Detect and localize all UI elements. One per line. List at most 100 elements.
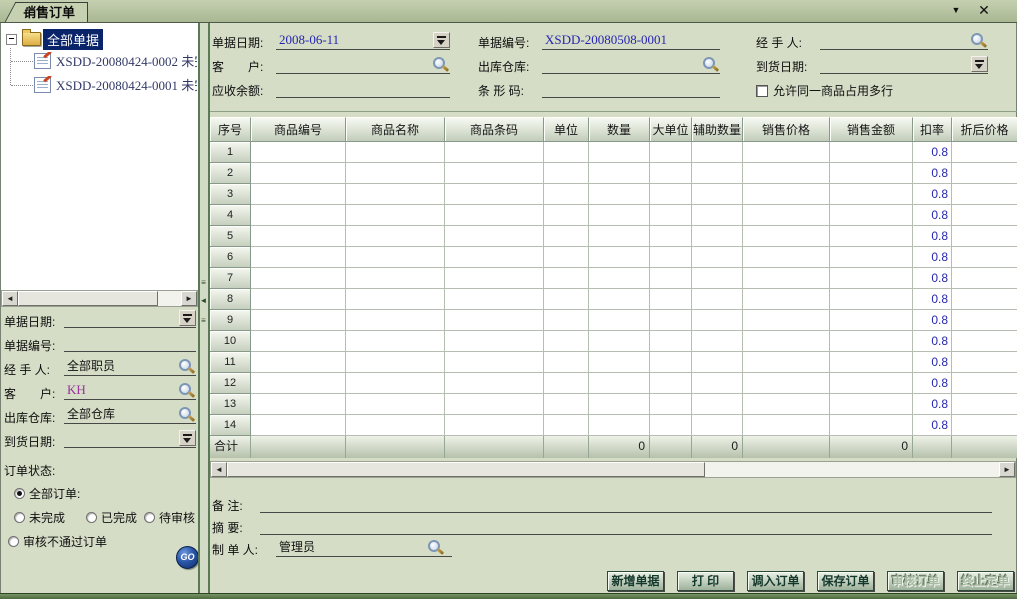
column-header[interactable]: 辅助数量 — [692, 117, 743, 142]
grid-cell[interactable] — [952, 310, 1017, 331]
radio-pending-audit[interactable]: 待审核 — [144, 509, 195, 526]
grid-cell[interactable] — [650, 415, 692, 436]
terminate-order-button[interactable]: 终止定单 — [957, 571, 1014, 591]
grid-cell[interactable] — [251, 310, 346, 331]
filter-arrival-date-field[interactable] — [64, 430, 196, 448]
row-number-cell[interactable]: 12 — [210, 373, 251, 394]
grid-cell[interactable] — [251, 352, 346, 373]
grid-cell[interactable] — [544, 289, 589, 310]
warehouse-field[interactable] — [542, 56, 720, 74]
grid-cell[interactable] — [650, 184, 692, 205]
grid-cell[interactable] — [743, 289, 830, 310]
grid-cell[interactable] — [589, 205, 650, 226]
search-icon[interactable] — [179, 407, 195, 422]
grid-cell[interactable] — [952, 142, 1017, 163]
grid-cell[interactable] — [743, 310, 830, 331]
grid-cell[interactable] — [346, 268, 445, 289]
grid-cell[interactable] — [650, 163, 692, 184]
column-header[interactable]: 商品条码 — [445, 117, 544, 142]
radio-audit-failed[interactable]: 审核不通过订单 — [8, 533, 107, 550]
panel-splitter[interactable]: ≡ ◄ ≡ — [198, 23, 210, 593]
grid-cell[interactable] — [544, 226, 589, 247]
grid-cell[interactable] — [544, 373, 589, 394]
grid-cell[interactable] — [830, 331, 913, 352]
column-header[interactable]: 大单位 — [650, 117, 692, 142]
grid-cell[interactable] — [743, 331, 830, 352]
grid-cell[interactable] — [251, 289, 346, 310]
grid-cell[interactable] — [650, 289, 692, 310]
grid-cell[interactable] — [743, 247, 830, 268]
tab-sales-order[interactable]: 销售订单 — [16, 2, 88, 22]
grid-cell[interactable] — [830, 226, 913, 247]
grid-cell[interactable] — [589, 352, 650, 373]
save-order-button[interactable]: 保存订单 — [817, 571, 874, 591]
grid-cell[interactable] — [952, 247, 1017, 268]
grid-cell[interactable] — [743, 394, 830, 415]
row-number-cell[interactable]: 10 — [210, 331, 251, 352]
search-icon[interactable] — [428, 540, 444, 555]
column-header[interactable]: 数量 — [589, 117, 650, 142]
grid-cell[interactable] — [692, 373, 743, 394]
discount-cell[interactable]: 0.8 — [913, 415, 952, 436]
grid-cell[interactable] — [544, 352, 589, 373]
grid-cell[interactable] — [692, 268, 743, 289]
close-icon[interactable]: ✕ — [975, 2, 993, 19]
grid-cell[interactable] — [445, 331, 544, 352]
splitter-collapse-icon[interactable]: ◄ — [199, 297, 208, 305]
radio-icon[interactable] — [86, 512, 97, 523]
grid-cell[interactable] — [692, 142, 743, 163]
grid-cell[interactable] — [251, 268, 346, 289]
grid-cell[interactable] — [692, 331, 743, 352]
grid-cell[interactable] — [952, 352, 1017, 373]
row-number-cell[interactable]: 7 — [210, 268, 251, 289]
radio-finished[interactable]: 已完成 — [86, 509, 137, 526]
grid-cell[interactable] — [692, 184, 743, 205]
grid-cell[interactable] — [952, 205, 1017, 226]
checkbox-icon[interactable] — [756, 85, 768, 97]
scroll-thumb[interactable] — [18, 291, 158, 306]
grid-cell[interactable] — [445, 310, 544, 331]
scroll-left-arrow[interactable]: ◄ — [2, 291, 18, 306]
tree-root-label[interactable]: 全部单据 — [43, 29, 103, 50]
grid-cell[interactable] — [544, 310, 589, 331]
row-number-cell[interactable]: 2 — [210, 163, 251, 184]
grid-cell[interactable] — [251, 226, 346, 247]
grid-cell[interactable] — [445, 268, 544, 289]
discount-cell[interactable]: 0.8 — [913, 247, 952, 268]
window-dropdown-icon[interactable]: ▼ — [948, 5, 964, 15]
grid-cell[interactable] — [952, 184, 1017, 205]
grid-cell[interactable] — [346, 184, 445, 205]
doc-date-field[interactable]: 2008-06-11 — [276, 32, 450, 50]
grid-cell[interactable] — [346, 310, 445, 331]
grid-cell[interactable] — [589, 163, 650, 184]
grid-cell[interactable] — [650, 268, 692, 289]
grid-cell[interactable] — [346, 289, 445, 310]
grid-cell[interactable] — [952, 163, 1017, 184]
grid-cell[interactable] — [692, 394, 743, 415]
grid-cell[interactable] — [251, 373, 346, 394]
grid-cell[interactable] — [830, 142, 913, 163]
row-number-cell[interactable]: 5 — [210, 226, 251, 247]
grid-cell[interactable] — [952, 226, 1017, 247]
grid-cell[interactable] — [830, 310, 913, 331]
grid-cell[interactable] — [589, 310, 650, 331]
grid-cell[interactable] — [650, 331, 692, 352]
grid-cell[interactable] — [589, 415, 650, 436]
grid-cell[interactable] — [589, 331, 650, 352]
grid-cell[interactable] — [251, 331, 346, 352]
grid-cell[interactable] — [743, 184, 830, 205]
scroll-right-arrow[interactable]: ► — [181, 291, 197, 306]
tree-root-all-documents[interactable]: 全部单据 — [6, 30, 103, 48]
grid-cell[interactable] — [650, 373, 692, 394]
grid-cell[interactable] — [952, 289, 1017, 310]
grid-cell[interactable] — [544, 163, 589, 184]
grid-cell[interactable] — [544, 415, 589, 436]
grid-cell[interactable] — [650, 205, 692, 226]
handler-field[interactable] — [820, 32, 988, 50]
date-dropdown-icon[interactable] — [179, 430, 196, 446]
grid-cell[interactable] — [445, 205, 544, 226]
grid-cell[interactable] — [589, 268, 650, 289]
barcode-field[interactable] — [542, 80, 720, 98]
grid-cell[interactable] — [743, 142, 830, 163]
row-number-cell[interactable]: 14 — [210, 415, 251, 436]
